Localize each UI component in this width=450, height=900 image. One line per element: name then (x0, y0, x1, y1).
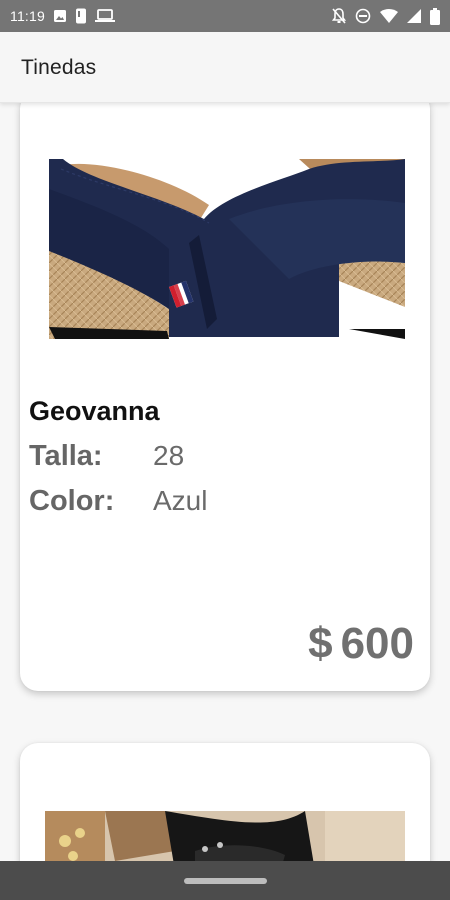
mute-icon (332, 8, 346, 24)
wifi-icon (380, 9, 398, 23)
color-value: Azul (153, 485, 208, 516)
size-value: 28 (153, 440, 185, 471)
price-amount: 600 (340, 619, 414, 668)
app-bar: Tinedas (0, 32, 450, 103)
status-time: 11:19 (10, 8, 45, 24)
home-gesture-handle[interactable] (184, 878, 267, 884)
size-label: Talla: (29, 440, 103, 472)
product-image (49, 159, 405, 339)
product-name: Geovanna (29, 396, 160, 426)
phone-icon (75, 8, 87, 24)
signal-icon (407, 9, 421, 23)
image-icon (53, 9, 67, 23)
price: $ 600 (308, 619, 414, 669)
app-title: Tinedas (21, 56, 97, 79)
color-label: Color: (29, 485, 115, 517)
battery-icon (430, 7, 440, 25)
dnd-icon (355, 8, 371, 24)
product-list[interactable]: Geovanna Talla: 28 Color: Azul $ 600 (0, 103, 450, 861)
product-card[interactable] (20, 743, 430, 861)
navigation-bar (0, 861, 450, 900)
price-currency: $ (308, 619, 333, 668)
product-card[interactable]: Geovanna Talla: 28 Color: Azul $ 600 (20, 103, 430, 691)
laptop-icon (95, 9, 115, 23)
status-bar: 11:19 (0, 0, 450, 32)
product-image (45, 811, 405, 861)
